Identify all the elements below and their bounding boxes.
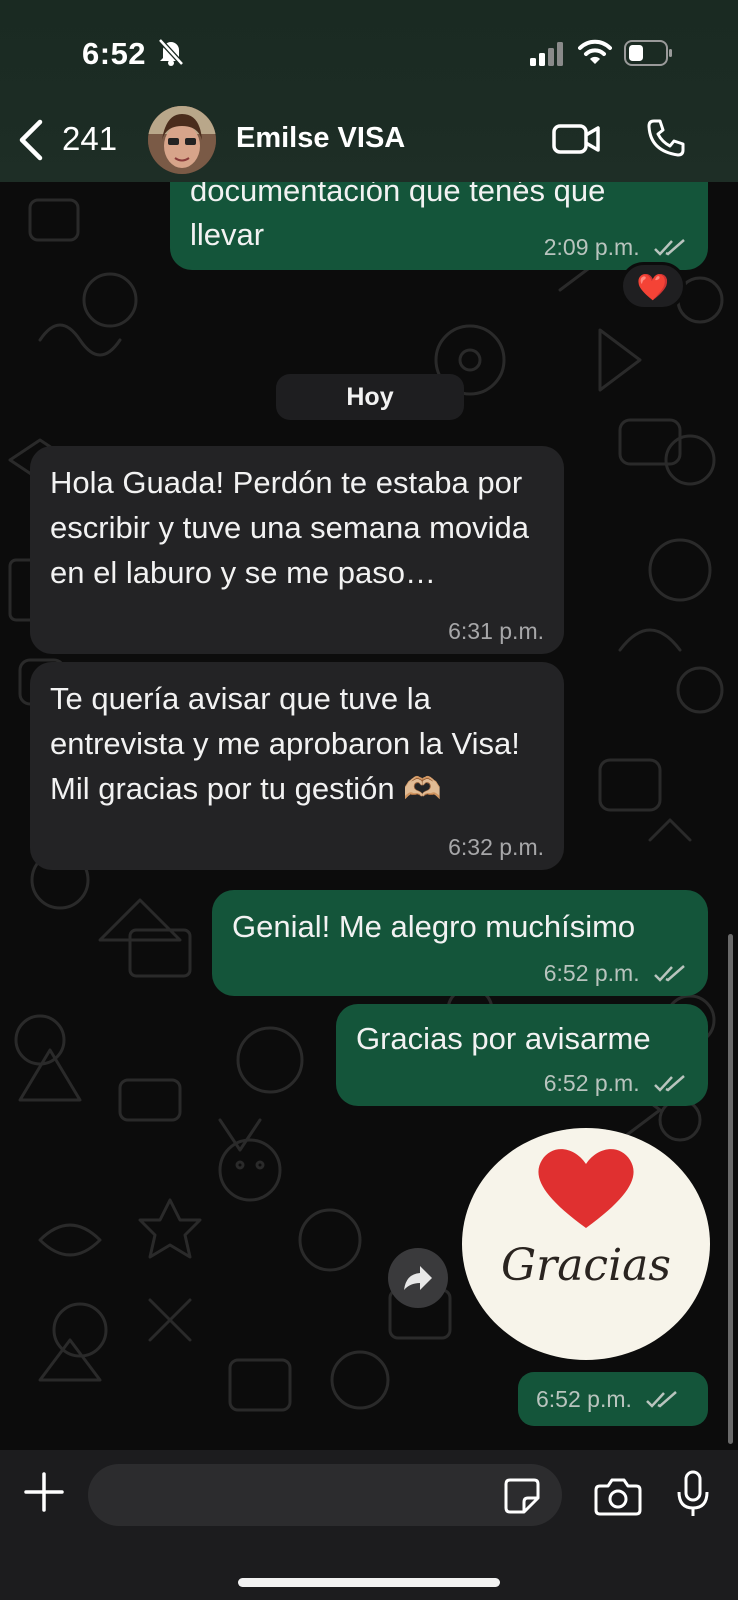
signal-icon — [530, 42, 566, 71]
unread-count[interactable]: 241 — [62, 120, 117, 158]
message-time: 6:52 p.m. — [544, 960, 688, 986]
message-text: Te quería avisar que tuve la entrevista … — [50, 681, 520, 806]
message-text: llevar — [190, 217, 265, 252]
scrollbar[interactable] — [728, 934, 733, 1444]
battery-icon — [624, 40, 674, 71]
message-outgoing[interactable]: Genial! Me alegro muchísimo 6:52 p.m. — [212, 890, 708, 996]
home-indicator — [238, 1578, 500, 1587]
day-separator: Hoy — [276, 374, 464, 420]
wifi-icon — [578, 38, 612, 71]
message-time: 6:52 p.m. — [544, 1070, 688, 1096]
phone-call-icon[interactable] — [646, 118, 686, 163]
input-bar — [0, 1450, 738, 1600]
microphone-icon[interactable] — [676, 1470, 710, 1523]
video-call-icon[interactable] — [552, 122, 602, 161]
message-time: 6:31 p.m. — [448, 618, 544, 644]
back-chevron-icon[interactable] — [16, 118, 46, 167]
contact-name[interactable]: Emilse VISA — [236, 122, 405, 155]
sticker-gracias[interactable]: Gracias — [462, 1128, 710, 1360]
bell-slash-icon — [158, 38, 184, 71]
avatar[interactable] — [148, 106, 216, 174]
message-text: Genial! Me alegro muchísimo — [232, 909, 636, 944]
sticker-time: 6:52 p.m. — [518, 1372, 708, 1426]
message-text: Gracias por avisarme — [356, 1021, 651, 1056]
forward-icon — [404, 1266, 432, 1290]
message-input[interactable] — [88, 1464, 562, 1526]
plus-icon[interactable] — [22, 1470, 66, 1519]
message-incoming[interactable]: Te quería avisar que tuve la entrevista … — [30, 662, 564, 870]
message-time-text: 6:52 p.m. — [543, 1070, 640, 1096]
camera-icon[interactable] — [594, 1476, 642, 1521]
message-reaction[interactable]: ❤️ — [620, 262, 686, 310]
forward-button[interactable] — [388, 1248, 448, 1308]
heart-icon — [538, 1149, 634, 1228]
double-check-icon — [646, 1391, 678, 1408]
message-text: Hola Guada! Perdón te estaba por escribi… — [50, 465, 530, 590]
message-incoming[interactable]: Hola Guada! Perdón te estaba por escribi… — [30, 446, 564, 654]
message-time-text: 2:09 p.m. — [543, 234, 640, 260]
message-outgoing[interactable]: Gracias por avisarme 6:52 p.m. — [336, 1004, 708, 1106]
chat-header: 6:52 241 Emilse VISA — [0, 0, 738, 182]
double-check-icon — [654, 965, 685, 982]
message-time: 6:32 p.m. — [448, 834, 544, 860]
message-time-text: 6:52 p.m. — [543, 960, 640, 986]
sticker-text: Gracias — [501, 1240, 671, 1291]
message-time-text: 6:52 p.m. — [536, 1386, 632, 1412]
double-check-icon — [654, 239, 685, 256]
message-time: 2:09 p.m. — [544, 234, 688, 260]
sticker-icon[interactable] — [504, 1478, 540, 1519]
double-check-icon — [654, 1075, 685, 1092]
status-time: 6:52 — [82, 36, 147, 71]
